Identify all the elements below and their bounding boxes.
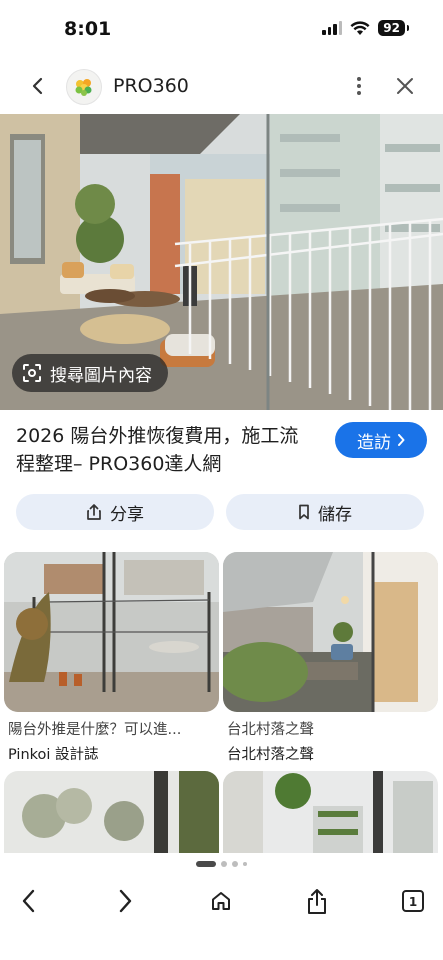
- related-title: 陽台外推是什麼？可以進...: [8, 722, 182, 738]
- share-icon: [308, 889, 326, 914]
- page-dot: [221, 861, 227, 867]
- close-icon: [397, 78, 413, 94]
- share-icon: [87, 504, 101, 520]
- forward-nav-button[interactable]: [110, 886, 140, 916]
- site-favicon: [66, 69, 102, 105]
- tabs-button[interactable]: 1: [398, 886, 428, 916]
- related-source: 台北村落之聲: [227, 747, 314, 763]
- back-nav-button[interactable]: [14, 886, 44, 916]
- status-time: 8:01: [64, 18, 112, 40]
- page-dot: [232, 861, 238, 867]
- tab-count: 1: [409, 895, 417, 909]
- home-icon: [212, 892, 230, 910]
- close-button[interactable]: [393, 74, 417, 98]
- save-label: 儲存: [318, 504, 352, 525]
- save-button[interactable]: 儲存: [226, 494, 424, 530]
- more-vertical-icon: [357, 77, 361, 95]
- related-card[interactable]: 台北村落之聲 台北村落之聲: [223, 552, 438, 764]
- home-button[interactable]: [206, 886, 236, 916]
- share-button[interactable]: 分享: [16, 494, 214, 530]
- related-image[interactable]: [223, 771, 438, 853]
- back-button[interactable]: [24, 72, 52, 100]
- chevron-right-icon: [398, 434, 405, 446]
- lens-label: 搜尋圖片內容: [50, 365, 152, 386]
- related-image: [4, 552, 219, 712]
- hero-image[interactable]: 搜尋圖片內容: [0, 114, 443, 410]
- action-buttons: 分享 儲存: [16, 494, 424, 530]
- cellular-signal-icon: [322, 21, 343, 35]
- chevron-left-icon: [32, 77, 43, 95]
- page-dot: [243, 862, 247, 866]
- search-image-content-button[interactable]: 搜尋圖片內容: [12, 354, 168, 392]
- battery-indicator: 92: [378, 20, 409, 36]
- site-name: PRO360: [113, 75, 189, 97]
- related-card[interactable]: 陽台外推是什麼？可以進... Pinkoi 設計誌: [4, 552, 219, 764]
- status-bar: 8:01 92: [0, 0, 443, 58]
- share-label: 分享: [110, 504, 144, 525]
- visit-label: 造訪: [357, 432, 391, 453]
- bottom-toolbar: 1: [0, 872, 443, 960]
- related-image: [223, 552, 438, 712]
- result-title[interactable]: 2026 陽台外推恢復費用，施工流程整理– PRO360達人網: [16, 422, 316, 478]
- lens-scan-icon: [23, 364, 41, 382]
- chevron-left-icon: [22, 889, 35, 913]
- related-image[interactable]: [4, 771, 219, 853]
- tabs-icon: 1: [402, 890, 424, 912]
- app-header: PRO360: [0, 58, 443, 114]
- status-icons: 92: [322, 20, 409, 36]
- more-options-button[interactable]: [349, 74, 369, 98]
- flower-logo-icon: [75, 79, 92, 96]
- page-indicator: [0, 861, 443, 867]
- visit-button[interactable]: 造訪: [335, 422, 427, 458]
- related-source: Pinkoi 設計誌: [8, 747, 99, 763]
- chevron-right-icon: [119, 889, 132, 913]
- bookmark-icon: [299, 504, 309, 520]
- related-title: 台北村落之聲: [227, 722, 314, 738]
- share-page-button[interactable]: [302, 886, 332, 916]
- wifi-icon: [350, 20, 370, 35]
- result-info: 2026 陽台外推恢復費用，施工流程整理– PRO360達人網 造訪: [16, 420, 431, 484]
- page-dot-active: [196, 861, 216, 867]
